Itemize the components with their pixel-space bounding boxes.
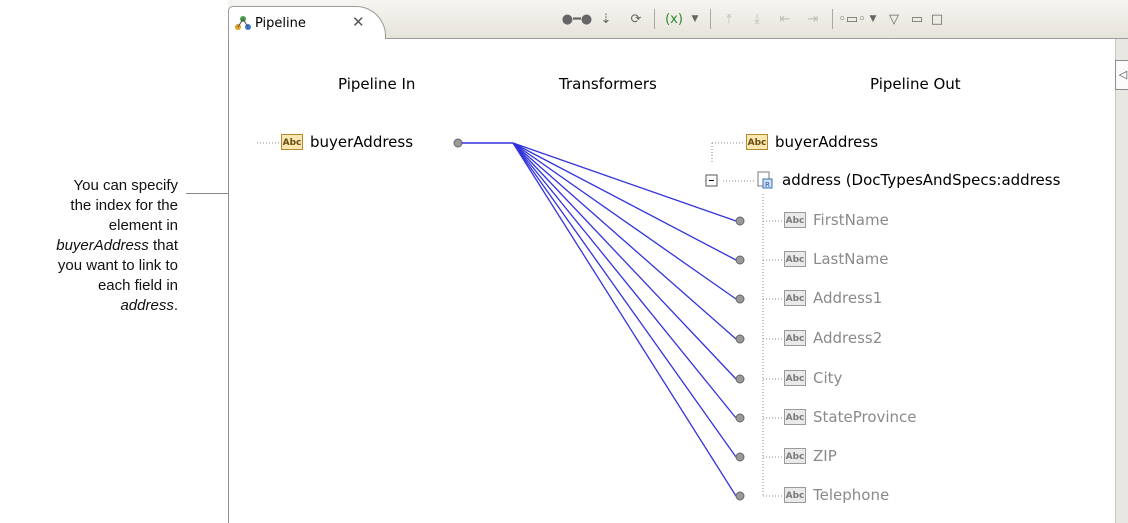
callout-line-4: buyerAddress that [0,236,178,256]
tree-item-stateprovince[interactable]: Abc StateProvince [784,408,917,426]
callout-text: You can specify the index for the elemen… [0,176,178,316]
tree-item-address2[interactable]: Abc Address2 [784,329,882,347]
string-icon: Abc [281,134,303,150]
callout-line-4-rest: that [148,237,178,254]
callout-line-7-rest: . [173,297,178,314]
string-icon: Abc [784,448,806,464]
field-label: City [813,369,843,387]
target-port-icon[interactable] [735,452,745,462]
pipeline-out-address-document[interactable]: R address (DocTypesAndSpecs:address [756,171,1060,189]
link-line-zip[interactable] [512,142,737,458]
string-icon: Abc [784,409,806,425]
document-reference-icon: R [756,171,774,189]
field-label: Address1 [813,289,883,307]
callout-line-7: address. [0,296,178,316]
string-icon: Abc [784,487,806,503]
pipeline-in-buyeraddress[interactable]: Abc buyerAddress [281,133,413,151]
collapse-icon[interactable] [705,174,718,187]
link-line-stateprovince[interactable] [512,142,737,419]
callout-field-address: address [120,297,174,314]
tree-item-telephone[interactable]: Abc Telephone [784,486,889,504]
string-icon: Abc [784,330,806,346]
pipeline-links [257,138,783,501]
string-icon: Abc [784,370,806,386]
callout-line-1: You can specify [73,177,178,194]
document-label: address (DocTypesAndSpecs:address [782,171,1061,189]
vertical-scrollbar[interactable] [1115,39,1128,523]
target-port-icon[interactable] [735,255,745,265]
target-port-icon[interactable] [735,413,745,423]
callout-line-3: element in [108,217,178,234]
target-port-icon[interactable] [735,334,745,344]
chevron-left-icon[interactable]: ◁ [1115,60,1128,90]
callout-line-6: each field in [97,277,178,294]
link-line-city[interactable] [512,142,737,380]
callout-field-buyeraddress: buyerAddress [56,237,149,254]
tree-item-zip[interactable]: Abc ZIP [784,447,837,465]
field-label: ZIP [813,447,837,465]
link-line-address2[interactable] [512,142,737,340]
tree-item-address1[interactable]: Abc Address1 [784,289,882,307]
field-label: buyerAddress [310,133,414,151]
source-port-icon[interactable] [453,138,463,148]
target-port-icon[interactable] [735,491,745,501]
link-line-telephone[interactable] [512,142,737,497]
target-port-icon[interactable] [735,374,745,384]
link-line-firstname[interactable] [512,142,737,222]
tree-item-firstname[interactable]: Abc FirstName [784,211,889,229]
svg-text:R: R [765,181,770,189]
field-label: buyerAddress [775,133,879,151]
string-icon: Abc [784,251,806,267]
string-icon: Abc [784,290,806,306]
link-line-lastname[interactable] [512,142,737,261]
field-label: StateProvince [813,408,917,426]
string-icon: Abc [746,134,768,150]
tree-item-city[interactable]: Abc City [784,369,842,387]
field-label: Address2 [813,329,883,347]
callout-line-5: you want to link to [57,257,178,274]
field-label: Telephone [813,486,890,504]
field-label: FirstName [813,211,889,229]
tree-item-lastname[interactable]: Abc LastName [784,250,889,268]
target-port-icon[interactable] [735,216,745,226]
link-line-address1[interactable] [512,142,737,300]
string-icon: Abc [784,212,806,228]
callout-line-2: the index for the [70,197,178,214]
target-port-icon[interactable] [735,294,745,304]
field-label: LastName [813,250,889,268]
pipeline-out-buyeraddress[interactable]: Abc buyerAddress [746,133,878,151]
pipeline-view: Pipeline ✕ ●━● ⇣ ⟳ (x) ▼ ⤒ ⤓ ⇤ ⇥ ◦▭◦ ▼ ▽… [228,0,1128,523]
